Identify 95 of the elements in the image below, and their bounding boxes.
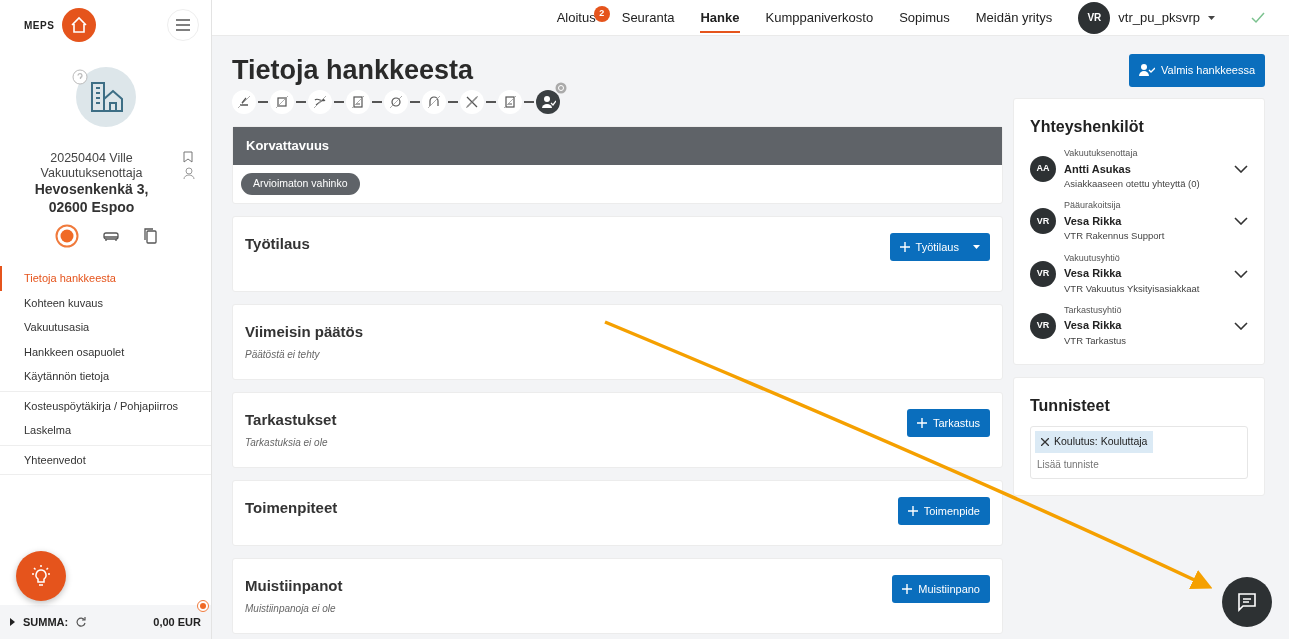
tag-chip: Koulutus: Kouluttaja (1035, 431, 1154, 453)
done-button[interactable]: Valmis hankkeessa (1129, 54, 1265, 87)
contact-avatar: AA (1030, 156, 1056, 183)
step-icon[interactable] (384, 90, 408, 115)
contact-name: Vesa Rikka (1064, 266, 1123, 281)
add-button[interactable]: Toimenpide (897, 496, 990, 526)
person-icon[interactable] (183, 167, 195, 179)
step-icon[interactable] (498, 90, 522, 115)
chat-button[interactable] (1222, 577, 1272, 627)
contact-detail: Asiakkaaseen otettu yhteyttä (0) (1064, 177, 1201, 191)
section-title: Tarkastukset (245, 409, 337, 430)
project-role: Vakuutuksenottaja (39, 166, 144, 181)
caret-down-icon[interactable] (973, 244, 980, 249)
chat-icon (1237, 592, 1257, 612)
section-subtitle: Muistiinpanoja ei ole (245, 602, 337, 617)
person-check-icon[interactable] (536, 90, 560, 115)
plus-icon (899, 241, 910, 252)
bookmark-icon[interactable] (183, 151, 193, 163)
sidebar-item[interactable]: Yhteenvedot (0, 447, 211, 472)
caret-icon[interactable] (10, 618, 15, 626)
section-header: Korvattavuus (233, 127, 1002, 165)
contact-avatar: VR (1030, 208, 1056, 235)
menu-icon (176, 19, 190, 31)
sidebar-item[interactable]: Vakuutusasia (0, 315, 211, 340)
sofa-icon[interactable] (102, 230, 119, 242)
section-title: Viimeisin päätös (245, 321, 364, 342)
brand-name: MEPS (24, 18, 55, 33)
chevron-down-icon[interactable] (1234, 165, 1248, 174)
page-title: Tietoja hankkeesta (232, 54, 475, 87)
section-subtitle: Tarkastuksia ei ole (245, 436, 329, 451)
add-button[interactable]: Tarkastus (906, 408, 990, 438)
copy-icon[interactable] (142, 228, 157, 244)
nav-tab[interactable]: Hanke (700, 3, 740, 33)
username[interactable]: vtr_pu_pksvrp (1118, 7, 1200, 28)
record-icon[interactable] (54, 224, 79, 248)
contact-name: Vesa Rikka (1064, 318, 1123, 334)
sum-amount: 0,00 EUR (153, 613, 201, 631)
nav-tab[interactable]: Kumppaniverkosto (765, 3, 874, 31)
lightbulb-icon (29, 564, 53, 588)
step-icon[interactable] (422, 90, 446, 115)
contact-detail: VTR Rakennus Support (1064, 229, 1166, 244)
section-title: Muistiinpanot (245, 575, 343, 596)
step-icon[interactable] (308, 90, 332, 115)
section-title: Toimenpiteet (245, 497, 338, 518)
project-id: 20250404 Ville (49, 151, 134, 166)
tag-field[interactable]: Koulutus: Kouluttaja Lisää tunniste (1030, 426, 1248, 479)
contact-name: Vesa Rikka (1064, 213, 1123, 229)
help-icon (71, 69, 88, 85)
status-pill: Arvioimaton vahinko (241, 172, 360, 195)
add-button[interactable]: Muistiinpano (892, 574, 990, 604)
sidebar-item[interactable]: Tietoja hankkeesta (0, 266, 211, 291)
sidebar-item[interactable]: Hankkeen osapuolet (0, 339, 211, 364)
contact-detail: VTR Vakuutus Yksityisasiakkaat (1064, 281, 1201, 296)
contact-role: Tarkastusyhtiö (1064, 303, 1123, 317)
nav-tab[interactable]: Meidän yritys (975, 3, 1053, 31)
step-icon[interactable] (460, 90, 484, 115)
refresh-icon[interactable] (76, 617, 87, 627)
chevron-down-icon[interactable] (1234, 321, 1248, 330)
project-address: 02600 Espoo (47, 198, 136, 216)
menu-button[interactable] (167, 9, 199, 41)
contact-role: Vakuutusyhtiö (1064, 251, 1121, 265)
contact-avatar: VR (1030, 312, 1056, 339)
contact-role: Pääurakoitsija (1064, 199, 1122, 213)
nav-tab[interactable]: Seuranta (621, 3, 675, 31)
contact-detail: VTR Tarkastus (1064, 333, 1128, 348)
chevron-down-icon[interactable] (1234, 217, 1248, 226)
sidebar-item[interactable]: Kosteuspöytäkirja / Pohjapiirros (0, 393, 211, 418)
add-button[interactable]: Työtilaus (889, 232, 990, 262)
plus-icon (907, 505, 918, 516)
remove-icon[interactable] (1041, 437, 1049, 446)
caret-down-icon[interactable] (1208, 15, 1215, 20)
sum-label: SUMMA: (23, 614, 69, 630)
step-icon[interactable] (232, 90, 256, 115)
person-check-icon (1139, 64, 1156, 77)
contact-avatar: VR (1030, 260, 1056, 287)
contact-role: Vakuutuksenottaja (1064, 147, 1139, 160)
sidebar-item[interactable]: Käytännön tietoja (0, 364, 211, 389)
card-title: Yhteyshenkilöt (1030, 117, 1145, 137)
user-avatar[interactable]: VR (1078, 1, 1111, 34)
plus-icon (902, 583, 913, 594)
section-subtitle: Päätöstä ei tehty (245, 348, 321, 363)
nav-tab[interactable]: Aloitus (556, 3, 596, 31)
step-icon[interactable] (346, 90, 370, 115)
project-address: Hevosenkenkä 3, (33, 181, 150, 199)
chevron-down-icon[interactable] (1234, 269, 1248, 278)
step-icon[interactable] (270, 90, 294, 115)
contact-name: Antti Asukas (1064, 161, 1132, 177)
sidebar-item[interactable]: Kohteen kuvaus (0, 290, 211, 315)
plus-icon (916, 417, 927, 428)
section-title: Työtilaus (245, 233, 310, 254)
card-title: Tunnisteet (1030, 396, 1111, 416)
sidebar-item[interactable]: Laskelma (0, 418, 211, 443)
check-icon (1251, 11, 1265, 24)
nav-tab[interactable]: Sopimus (899, 3, 950, 31)
lightbulb-button[interactable] (16, 551, 66, 601)
